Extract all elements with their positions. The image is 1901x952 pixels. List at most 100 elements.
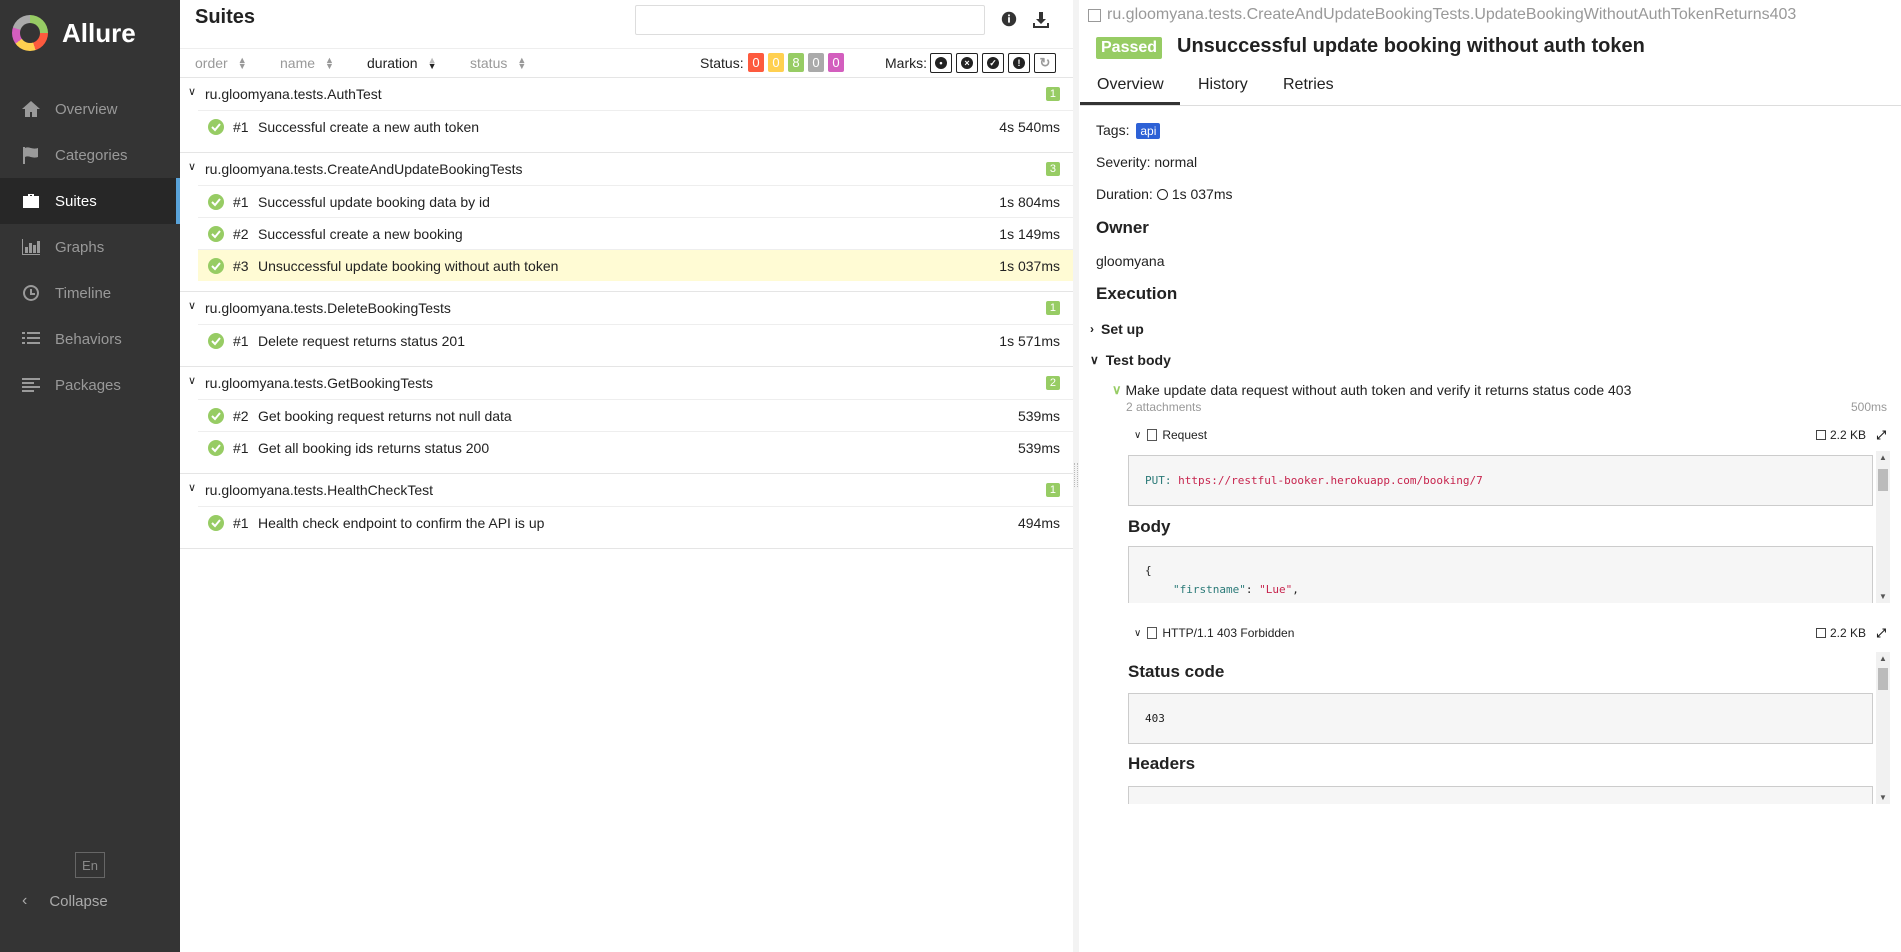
json-value: "Lue"	[1259, 583, 1293, 596]
status-code-heading: Status code	[1128, 662, 1225, 681]
suite-group-header[interactable]: ∨ ru.gloomyana.tests.GetBookingTests 2	[180, 367, 1074, 399]
test-row[interactable]: #2 Get booking request returns not null …	[198, 399, 1074, 431]
collapse-button[interactable]: ‹ Collapse	[22, 892, 108, 910]
new-failed-mark-icon[interactable]: ×	[956, 53, 978, 73]
suite-name: ru.gloomyana.tests.AuthTest	[205, 86, 382, 102]
test-number: #1	[233, 194, 249, 210]
tab-overview[interactable]: Overview	[1080, 76, 1180, 105]
status-passed-badge[interactable]: 8	[788, 53, 804, 72]
test-name: Successful create a new auth token	[258, 119, 480, 135]
json-line: "firstname": "Lue",	[1145, 580, 1856, 599]
sidebar-item-label: Timeline	[55, 284, 112, 302]
expand-icon[interactable]: ⤢	[1876, 428, 1886, 443]
attachment-header[interactable]: ∨ HTTP/1.1 403 Forbidden 2.2 KB ⤢	[1126, 621, 1890, 645]
sidebar-item-categories[interactable]: Categories	[0, 132, 180, 178]
tab-history[interactable]: History	[1198, 76, 1248, 94]
save-icon[interactable]	[1815, 628, 1826, 638]
status-unknown-badge[interactable]: 0	[828, 53, 844, 72]
execution-heading: Execution	[1096, 284, 1178, 303]
scroll-down-icon[interactable]: ▼	[1879, 592, 1887, 601]
scroll-up-icon[interactable]: ▲	[1879, 453, 1887, 462]
passed-check-icon	[208, 408, 224, 424]
json-key: "firstname"	[1173, 583, 1246, 596]
attachment-header[interactable]: ∨ Request 2.2 KB ⤢	[1126, 423, 1890, 447]
suite-count-badge: 3	[1045, 162, 1060, 176]
expand-icon[interactable]: ⤢	[1876, 626, 1886, 641]
sort-order-label: order	[195, 55, 228, 71]
chevron-down-icon: ∨	[1134, 627, 1142, 639]
suite-group-header[interactable]: ∨ ru.gloomyana.tests.HealthCheckTest 1	[180, 474, 1074, 506]
step-row[interactable]: ∨ Make update data request without auth …	[1112, 382, 1631, 398]
download-icon[interactable]	[1031, 10, 1051, 30]
scroll-up-icon[interactable]: ▲	[1879, 654, 1887, 663]
test-row[interactable]: #1 Successful update booking data by id …	[198, 185, 1074, 217]
test-row-selected[interactable]: #3 Unsuccessful update booking without a…	[198, 249, 1074, 281]
sidebar-item-behaviors[interactable]: Behaviors	[0, 316, 180, 362]
request-method: PUT:	[1145, 474, 1172, 487]
new-passed-mark-icon[interactable]: ✓	[982, 53, 1004, 73]
suite-group-header[interactable]: ∨ ru.gloomyana.tests.DeleteBookingTests …	[180, 292, 1074, 324]
save-icon[interactable]	[1815, 430, 1826, 440]
flaky-mark-icon[interactable]: •	[930, 53, 952, 73]
new-broken-mark-icon[interactable]: !	[1008, 53, 1030, 73]
language-switcher[interactable]: En	[75, 852, 105, 878]
scroll-down-icon[interactable]: ▼	[1879, 793, 1887, 802]
copy-icon[interactable]	[1088, 8, 1101, 22]
sort-status[interactable]: status ▲ ▼	[470, 55, 526, 71]
sidebar-item-label: Suites	[55, 192, 97, 210]
chevron-down-icon: ∨	[1090, 353, 1099, 367]
flag-icon	[20, 146, 42, 164]
brand[interactable]: Allure	[0, 0, 180, 66]
attachments-count: 2 attachments	[1126, 400, 1202, 414]
status-failed-badge[interactable]: 0	[748, 53, 764, 72]
tags-label: Tags:	[1096, 122, 1130, 138]
test-number: #1	[233, 333, 249, 349]
retries-mark-icon[interactable]: ↻	[1034, 53, 1056, 73]
chevron-down-icon: ∨	[188, 300, 197, 312]
suite-group-header[interactable]: ∨ ru.gloomyana.tests.CreateAndUpdateBook…	[180, 153, 1074, 185]
test-row[interactable]: #2 Successful create a new booking 1s 14…	[198, 217, 1074, 249]
setup-step[interactable]: › Set up	[1090, 321, 1144, 337]
status-broken-badge[interactable]: 0	[768, 53, 784, 72]
test-body-step[interactable]: ∨ Test body	[1090, 352, 1171, 368]
test-row[interactable]: #1 Health check endpoint to confirm the …	[198, 506, 1074, 538]
test-row[interactable]: #1 Successful create a new auth token 4s…	[198, 110, 1074, 142]
request-scrollbar[interactable]: ▲ ▼	[1876, 451, 1890, 603]
align-left-icon	[20, 376, 42, 394]
scroll-thumb[interactable]	[1878, 668, 1888, 690]
suite-name: ru.gloomyana.tests.HealthCheckTest	[205, 482, 433, 498]
suite-name: ru.gloomyana.tests.CreateAndUpdateBookin…	[205, 161, 523, 177]
sort-status-label: status	[470, 55, 508, 71]
json-comma: ,	[1292, 583, 1299, 596]
attachment-size-text: 2.2 KB	[1829, 428, 1866, 442]
suite-group-header[interactable]: ∨ ru.gloomyana.tests.AuthTest 1	[180, 78, 1074, 110]
sidebar-item-graphs[interactable]: Graphs	[0, 224, 180, 270]
sidebar-item-overview[interactable]: Overview	[0, 86, 180, 132]
test-full-name: ru.gloomyana.tests.CreateAndUpdateBookin…	[1088, 6, 1796, 24]
suites-tree: ∨ ru.gloomyana.tests.AuthTest 1 #1 Succe…	[180, 78, 1074, 549]
suite-group: ∨ ru.gloomyana.tests.CreateAndUpdateBook…	[180, 153, 1074, 292]
sort-name[interactable]: name ▲ ▼	[280, 55, 334, 71]
test-row[interactable]: #1 Get all booking ids returns status 20…	[198, 431, 1074, 463]
tab-retries[interactable]: Retries	[1283, 76, 1334, 94]
passed-check-icon	[208, 226, 224, 242]
sort-duration-label: duration	[367, 55, 418, 71]
suite-count-badge: 2	[1045, 376, 1060, 390]
test-name: Delete request returns status 201	[258, 333, 466, 349]
sort-order[interactable]: order ▲ ▼	[195, 55, 247, 71]
duration-label: Duration:	[1096, 186, 1153, 202]
scroll-thumb[interactable]	[1878, 469, 1888, 491]
json-open-brace: {	[1145, 564, 1152, 577]
search-input[interactable]	[635, 5, 985, 35]
response-scrollbar[interactable]: ▲ ▼	[1876, 652, 1890, 804]
info-icon[interactable]	[1000, 10, 1020, 30]
sort-duration[interactable]: duration ▲ ▼	[367, 55, 437, 71]
status-skipped-badge[interactable]: 0	[808, 53, 824, 72]
splitter-grip-icon[interactable]	[1074, 463, 1078, 487]
step-duration: 500ms	[1850, 400, 1887, 414]
sidebar-item-timeline[interactable]: Timeline	[0, 270, 180, 316]
sidebar-item-packages[interactable]: Packages	[0, 362, 180, 408]
sidebar-item-suites[interactable]: Suites	[0, 178, 180, 224]
suite-group: ∨ ru.gloomyana.tests.AuthTest 1 #1 Succe…	[180, 78, 1074, 153]
test-row[interactable]: #1 Delete request returns status 201 1s …	[198, 324, 1074, 356]
